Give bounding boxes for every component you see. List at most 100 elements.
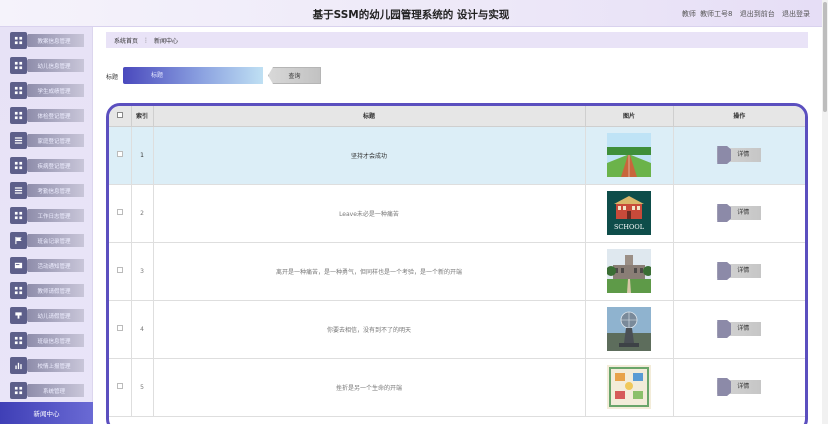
row-checkbox[interactable] — [116, 325, 123, 331]
row-index: 3 — [131, 242, 154, 301]
table-row[interactable]: 5 挫折是另一个生命的开端 详情 — [109, 358, 805, 417]
select-all-checkbox[interactable] — [116, 111, 123, 118]
sidebar-item-9[interactable]: 活动通知管理 — [8, 257, 85, 274]
row-index: 4 — [131, 300, 154, 359]
school-building-image: SCHOOL — [607, 191, 651, 235]
sidebar-item-4[interactable]: 家庭登记管理 — [8, 132, 85, 149]
user-name: 教师工号8 — [700, 10, 733, 18]
sidebar-item-label: 班级信息管理 — [24, 334, 84, 347]
card-icon — [10, 257, 27, 274]
grid-icon — [10, 32, 27, 49]
grid-icon — [10, 107, 27, 124]
row-checkbox[interactable] — [116, 209, 123, 215]
classroom-illustration-image — [607, 365, 651, 409]
sidebar-item-2[interactable]: 学生成绩管理 — [8, 82, 85, 99]
scrollbar-thumb[interactable] — [823, 2, 827, 112]
running-track-image — [607, 133, 651, 177]
breadcrumb-home[interactable]: 系统首页 — [114, 36, 138, 45]
column-header-action: 操作 — [673, 106, 805, 127]
sidebar-item-7[interactable]: 工作日志管理 — [8, 207, 85, 224]
row-select-cell[interactable] — [109, 358, 132, 417]
sidebar-item-label: 考勤信息管理 — [24, 184, 84, 197]
grid-icon — [10, 332, 27, 349]
row-select-cell[interactable] — [109, 242, 132, 301]
row-image-cell — [585, 242, 674, 301]
breadcrumb-separator: ⋮ — [143, 36, 150, 44]
row-title: 离开是一种痛苦，是一种勇气，但同样也是一个考验，是一个新的开端 — [153, 242, 586, 301]
sidebar-item-10[interactable]: 教师请假管理 — [8, 282, 85, 299]
sidebar-item-11[interactable]: 幼儿请假管理 — [8, 307, 85, 324]
table-row[interactable]: 1 坚持才会成功 详情 — [109, 126, 805, 185]
grid-icon — [10, 157, 27, 174]
top-header: 基于SSM的幼儿园管理系统的 设计与实现 教师 教师工号8 退出到前台 退出登录 — [0, 0, 822, 27]
sidebar-item-label: 教案信息管理 — [24, 34, 84, 47]
row-title: Leave未必是一种痛苦 — [153, 184, 586, 243]
row-action-cell: 详情 — [673, 126, 805, 185]
detail-button[interactable]: 详情 — [717, 322, 762, 336]
row-checkbox[interactable] — [116, 267, 123, 273]
row-action-cell: 详情 — [673, 358, 805, 417]
flag-icon — [10, 232, 27, 249]
row-index: 5 — [131, 358, 154, 417]
breadcrumb: 系统首页 ⋮ 新闻中心 — [106, 32, 808, 48]
grid-icon — [10, 282, 27, 299]
table-row[interactable]: 4 你要去相信，没有到不了的明天 详情 — [109, 300, 805, 359]
campus-tower-image — [607, 249, 651, 293]
search-title-input[interactable] — [123, 67, 263, 84]
sidebar-item-label: 疾病登记管理 — [24, 159, 84, 172]
row-select-cell[interactable] — [109, 300, 132, 359]
row-index: 2 — [131, 184, 154, 243]
row-image-cell — [585, 300, 674, 359]
search-label: 标题 — [106, 74, 119, 81]
detail-button[interactable]: 详情 — [717, 206, 762, 220]
grid-icon — [10, 57, 27, 74]
sidebar-item-label: 幼儿请假管理 — [24, 309, 84, 322]
row-select-cell[interactable] — [109, 184, 132, 243]
sidebar-item-5[interactable]: 疾病登记管理 — [8, 157, 85, 174]
globe-statue-image — [607, 307, 651, 351]
row-image-cell: SCHOOL — [585, 184, 674, 243]
table-row[interactable]: 3 离开是一种痛苦，是一种勇气，但同样也是一个考验，是一个新的开端 详情 — [109, 242, 805, 301]
sidebar-item-0[interactable]: 教案信息管理 — [8, 32, 85, 49]
cup-icon — [10, 307, 27, 324]
breadcrumb-current: 新闻中心 — [154, 37, 179, 45]
row-action-cell: 详情 — [673, 184, 805, 243]
sidebar-item-news-center[interactable]: 新闻中心 — [0, 402, 93, 424]
search-button[interactable]: 查询 — [268, 67, 321, 84]
row-checkbox[interactable] — [116, 383, 123, 389]
row-action-cell: 详情 — [673, 242, 805, 301]
sidebar-item-label: 系统管理 — [24, 384, 84, 397]
chart-icon — [10, 357, 27, 374]
sidebar-item-13[interactable]: 校情上报管理 — [8, 357, 85, 374]
table-row[interactable]: 2 Leave未必是一种痛苦 SCHOOL 详情 — [109, 184, 805, 243]
sidebar-item-3[interactable]: 体检登记管理 — [8, 107, 85, 124]
row-checkbox[interactable] — [116, 151, 123, 157]
sidebar-item-label: 校情上报管理 — [24, 359, 84, 372]
user-area: 教师 教师工号8 退出到前台 退出登录 — [677, 9, 810, 19]
back-to-front-link[interactable]: 退出到前台 — [740, 10, 775, 18]
detail-button[interactable]: 详情 — [717, 264, 762, 278]
sidebar-item-12[interactable]: 班级信息管理 — [8, 332, 85, 349]
sidebar-item-label: 学生成绩管理 — [24, 84, 84, 97]
row-title: 你要去相信，没有到不了的明天 — [153, 300, 586, 359]
list-icon — [10, 182, 27, 199]
sidebar-item-label: 教师请假管理 — [24, 284, 84, 297]
row-action-cell: 详情 — [673, 300, 805, 359]
row-select-cell[interactable] — [109, 126, 132, 185]
sidebar: 教案信息管理幼儿信息管理学生成绩管理 体检登记管理 家庭登记管理 疾病登记管理 考勤信息… — [0, 27, 93, 424]
sidebar-item-1[interactable]: 幼儿信息管理 — [8, 57, 85, 74]
sidebar-item-6[interactable]: 考勤信息管理 — [8, 182, 85, 199]
row-title: 坚持才会成功 — [153, 126, 586, 185]
logout-link[interactable]: 退出登录 — [782, 10, 810, 18]
sidebar-item-8[interactable]: 班会记录管理 — [8, 232, 85, 249]
detail-button[interactable]: 详情 — [717, 380, 762, 394]
page-scrollbar[interactable] — [822, 0, 828, 424]
detail-button[interactable]: 详情 — [717, 148, 762, 162]
sidebar-item-14[interactable]: 系统管理 — [8, 382, 85, 399]
sidebar-item-label: 家庭登记管理 — [24, 134, 84, 147]
sidebar-item-label: 体检登记管理 — [24, 109, 84, 122]
list-icon — [10, 132, 27, 149]
user-role: 教师 — [681, 10, 696, 18]
select-all-header[interactable] — [109, 106, 132, 127]
row-index: 1 — [131, 126, 154, 185]
